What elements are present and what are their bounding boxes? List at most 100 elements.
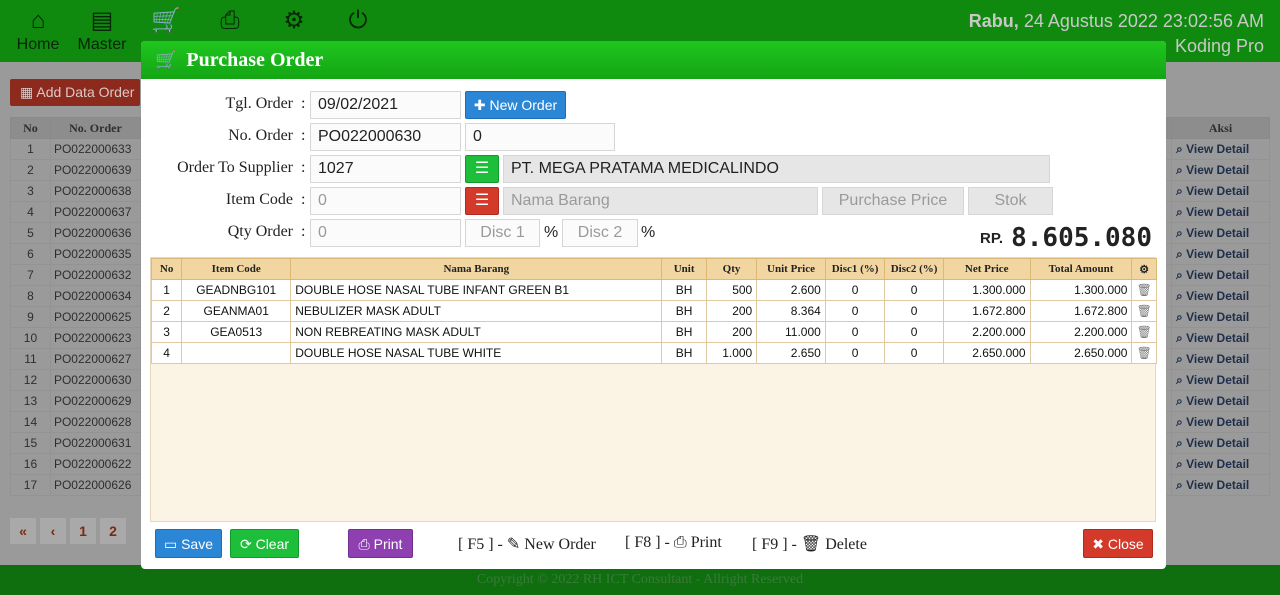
- row-order-no: PO022000639: [49, 159, 141, 181]
- cell-d1: 0: [824, 321, 886, 343]
- view-detail-link[interactable]: ⌕ View Detail: [1171, 348, 1270, 370]
- view-detail-label: View Detail: [1186, 288, 1250, 303]
- delete-row-button[interactable]: 🗑: [1131, 300, 1157, 322]
- view-detail-link[interactable]: ⌕ View Detail: [1171, 285, 1270, 307]
- pager-item[interactable]: 2: [100, 518, 126, 544]
- print-icon: ⎙: [673, 534, 687, 551]
- search-icon: ⌕: [1176, 225, 1187, 240]
- print-icon: ⎙: [220, 7, 240, 34]
- cell-no: 4: [150, 342, 183, 364]
- delete-row-button[interactable]: 🗑: [1131, 342, 1157, 364]
- search-icon: ⌕: [1176, 204, 1187, 219]
- view-detail-link[interactable]: ⌕ View Detail: [1171, 201, 1270, 223]
- view-detail-label: View Detail: [1186, 372, 1250, 387]
- list-icon: ☰: [474, 160, 490, 177]
- view-detail-link[interactable]: ⌕ View Detail: [1171, 138, 1270, 160]
- close-button[interactable]: ✖ Close: [1083, 529, 1153, 558]
- cell-code: GEA0513: [181, 321, 292, 343]
- view-detail-label: View Detail: [1186, 477, 1250, 492]
- view-detail-link[interactable]: ⌕ View Detail: [1171, 432, 1270, 454]
- search-icon: ⌕: [1176, 456, 1187, 471]
- tgl-order-field[interactable]: 09/02/2021: [310, 91, 461, 119]
- view-detail-link[interactable]: ⌕ View Detail: [1171, 243, 1270, 265]
- disc2-input[interactable]: Disc 2: [562, 219, 638, 247]
- col-no: No: [10, 117, 51, 139]
- grid-col-header: Total Amount: [1029, 258, 1133, 280]
- search-icon: ⌕: [1176, 288, 1187, 303]
- disc1-input[interactable]: Disc 1: [465, 219, 540, 247]
- view-detail-link[interactable]: ⌕ View Detail: [1171, 264, 1270, 286]
- cell-price: 8.364: [756, 300, 826, 322]
- table-row[interactable]: 1 GEADNBG101 DOUBLE HOSE NASAL TUBE INFANT…: [150, 279, 1157, 301]
- qty-order-input[interactable]: 0: [310, 219, 461, 247]
- view-detail-label: View Detail: [1186, 204, 1250, 219]
- view-detail-link[interactable]: ⌕ View Detail: [1171, 327, 1270, 349]
- view-detail-link[interactable]: ⌕ View Detail: [1171, 474, 1270, 496]
- table-row[interactable]: 4 DOUBLE HOSE NASAL TUBE WHITE BH 1.000 2.65…: [150, 342, 1157, 364]
- table-row[interactable]: 3 GEA0513 NON REBREATING MASK ADULT BH 200 11…: [150, 321, 1157, 343]
- view-detail-link[interactable]: ⌕ View Detail: [1171, 453, 1270, 475]
- row-order-no: PO022000632: [49, 264, 141, 286]
- view-detail-label: View Detail: [1186, 267, 1250, 282]
- view-detail-link[interactable]: ⌕ View Detail: [1171, 180, 1270, 202]
- supplier-lookup-button[interactable]: ☰: [465, 155, 499, 183]
- row-no: 10: [10, 327, 51, 349]
- print-icon: ⎙: [358, 536, 370, 552]
- row-no: 11: [10, 348, 51, 370]
- save-button[interactable]: ▭ Save: [155, 529, 222, 558]
- nav-item-0[interactable]: ⌂ Home: [6, 6, 70, 54]
- clear-button[interactable]: ⟳ Clear: [230, 529, 299, 558]
- view-detail-link[interactable]: ⌕ View Detail: [1171, 369, 1270, 391]
- nav-item-1[interactable]: ▤ Master: [70, 6, 134, 54]
- view-detail-label: View Detail: [1186, 162, 1250, 177]
- pager-item[interactable]: ‹: [40, 518, 66, 544]
- cell-name: DOUBLE HOSE NASAL TUBE WHITE: [290, 342, 663, 364]
- purchase-price-field: Purchase Price: [822, 187, 964, 215]
- grid-col-header: No: [150, 258, 183, 280]
- view-detail-link[interactable]: ⌕ View Detail: [1171, 222, 1270, 244]
- cell-d1: 0: [824, 342, 886, 364]
- view-detail-link[interactable]: ⌕ View Detail: [1171, 411, 1270, 433]
- cell-no: 1: [150, 279, 183, 301]
- search-icon: ⌕: [1176, 351, 1187, 366]
- search-icon: ⌕: [1176, 330, 1187, 345]
- row-no: 3: [10, 180, 51, 202]
- row-order-no: PO022000637: [49, 201, 141, 223]
- cell-total: 1.300.000: [1029, 279, 1133, 301]
- order-total: RP. 8.605.080: [980, 223, 1152, 253]
- gear-icon: ⚙: [1139, 263, 1150, 276]
- row-no: 6: [10, 243, 51, 265]
- view-detail-label: View Detail: [1186, 183, 1250, 198]
- home-icon: ⌂: [30, 7, 46, 34]
- view-detail-link[interactable]: ⌕ View Detail: [1171, 390, 1270, 412]
- view-detail-link[interactable]: ⌕ View Detail: [1171, 306, 1270, 328]
- pager-item[interactable]: «: [10, 518, 36, 544]
- table-row[interactable]: 2 GEANMA01 NEBULIZER MASK ADULT BH 200 8.364 0…: [150, 300, 1157, 322]
- cart-icon: 🛒: [155, 50, 178, 70]
- delete-row-button[interactable]: 🗑: [1131, 321, 1157, 343]
- new-order-button[interactable]: ✚ New Order: [465, 91, 566, 119]
- cell-no: 3: [150, 321, 183, 343]
- item-code-input[interactable]: 0: [310, 187, 461, 215]
- cell-name: NON REBREATING MASK ADULT: [290, 321, 663, 343]
- current-datetime: Rabu, 24 Agustus 2022 23:02:56 AM: [968, 11, 1264, 31]
- search-icon: ⌕: [1176, 477, 1187, 492]
- item-lookup-button[interactable]: ☰: [465, 187, 499, 215]
- view-detail-link[interactable]: ⌕ View Detail: [1171, 159, 1270, 181]
- trash-icon: 🗑: [800, 536, 822, 553]
- shortcut-f5: [ F5 ] - ✎ New Order: [458, 536, 596, 553]
- view-detail-label: View Detail: [1186, 351, 1250, 366]
- cell-unit: BH: [661, 342, 707, 364]
- cell-price: 11.000: [756, 321, 826, 343]
- no-order-extra-field[interactable]: 0: [465, 123, 615, 151]
- add-data-order-button[interactable]: ▦ Add Data Order: [10, 79, 140, 106]
- trash-icon: 🗑: [1136, 346, 1152, 360]
- no-order-field[interactable]: PO022000630: [310, 123, 461, 151]
- gear-icon: ⚙: [283, 7, 305, 34]
- pager-item[interactable]: 1: [70, 518, 96, 544]
- print-button[interactable]: ⎙ Print: [348, 529, 413, 558]
- delete-row-button[interactable]: 🗑: [1131, 279, 1157, 301]
- trash-icon: 🗑: [1136, 325, 1152, 339]
- cell-unit: BH: [661, 300, 707, 322]
- supplier-code-field[interactable]: 1027: [310, 155, 461, 183]
